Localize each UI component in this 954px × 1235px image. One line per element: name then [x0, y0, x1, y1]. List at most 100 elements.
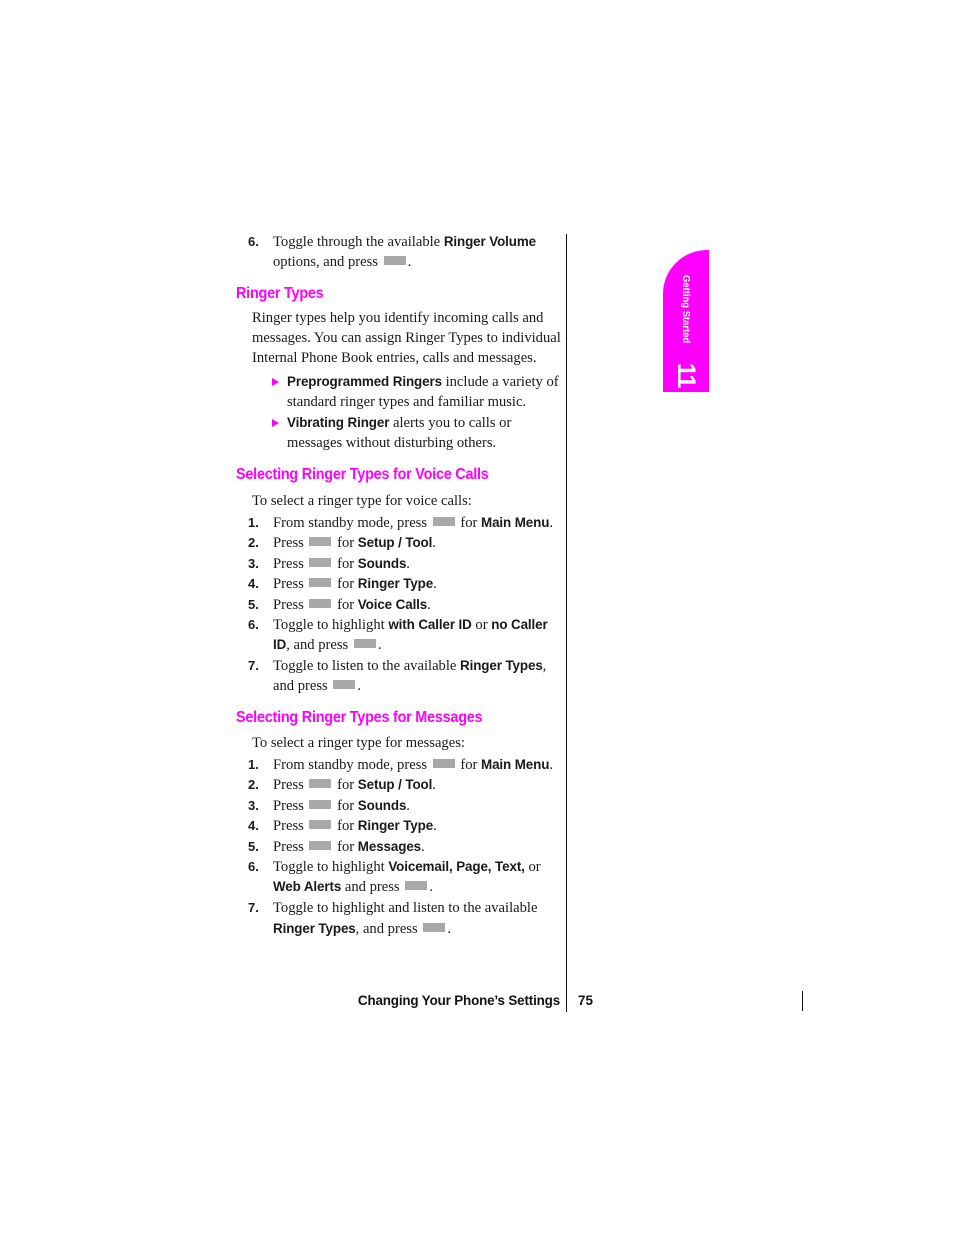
content-column: 6. Toggle through the available Ringer Vo… — [236, 232, 566, 940]
emphasis-ringer-types: Ringer Types — [460, 657, 543, 673]
column-divider-rule — [566, 234, 567, 1012]
step-text: Press — [273, 576, 308, 592]
voice-calls-step-list: 1. From standby mode, press for Main Menu… — [236, 513, 566, 696]
chapter-thumb-tab: Getting Started 11 — [663, 250, 709, 392]
step-item: 4. Press for Ringer Type. — [236, 574, 566, 594]
key-placeholder-icon — [405, 881, 428, 891]
key-placeholder-icon — [309, 840, 332, 850]
step-text-post: , and press — [286, 637, 352, 653]
menu-label: Voice Calls — [357, 596, 428, 612]
lead-messages: To select a ringer type for messages: — [252, 734, 465, 751]
step-text-mid: for — [333, 818, 358, 835]
key-placeholder-icon — [432, 516, 455, 526]
step-number: 5. — [248, 838, 259, 854]
step-number: 4. — [248, 576, 259, 591]
step-text: Press — [273, 818, 308, 835]
key-placeholder-icon — [309, 799, 332, 809]
footer-separator — [802, 991, 803, 1011]
manual-page: 6. Toggle through the available Ringer Vo… — [0, 0, 954, 1235]
step-text-mid: for — [333, 596, 358, 613]
heading-messages: Selecting Ringer Types for Messages — [236, 708, 483, 726]
step-text-post: , and press — [355, 920, 422, 937]
emphasis-ringer-types: Ringer Types — [273, 920, 356, 936]
step-text-mid: for — [333, 576, 358, 592]
messages-step-list: 1. From standby mode, press for Main Menu… — [236, 755, 566, 857]
menu-label: Main Menu — [481, 756, 550, 772]
option-voicemail-page-text: Voicemail, Page, Text, — [388, 859, 525, 875]
menu-label: Messages — [357, 838, 422, 854]
page-number: 75 — [578, 993, 593, 1008]
carryover-step-list: 6. Toggle through the available Ringer Vo… — [236, 232, 566, 272]
step-text: Press — [273, 797, 308, 814]
step-item: 6. Toggle to highlight with Caller ID or … — [236, 615, 566, 655]
step-number: 7. — [248, 900, 259, 916]
emphasis-ringer-volume: Ringer Volume — [443, 234, 537, 249]
step-text-mid: or — [471, 617, 492, 633]
triangle-bullet-icon — [272, 419, 279, 428]
step-text-post: . — [421, 838, 425, 855]
step-text-post: . — [427, 596, 431, 613]
step-number: 1. — [248, 514, 259, 530]
step-text-post: . — [406, 797, 410, 814]
step-text: Press — [273, 838, 308, 855]
step-text: Toggle to listen to the available — [273, 657, 461, 674]
step-text: Press — [273, 535, 308, 551]
step-item: 1. From standby mode, press for Main Menu… — [236, 755, 566, 775]
step-number: 2. — [248, 535, 259, 550]
key-placeholder-icon — [353, 639, 376, 648]
step-text-mid: for — [333, 797, 358, 814]
step-item: 3. Press for Sounds. — [236, 796, 566, 816]
menu-label: Main Menu — [481, 514, 550, 530]
bullet-term: Preprogrammed Ringers — [287, 373, 442, 389]
step-text-end: . — [377, 637, 382, 653]
step-item: 7. Toggle to highlight and listen to the … — [236, 898, 566, 939]
lead-voice-calls: To select a ringer type for voice calls: — [252, 492, 472, 509]
step-item: 4. Press for Ringer Type. — [236, 816, 566, 836]
step-text: From standby mode, press — [273, 514, 431, 531]
step-text: Toggle through the available — [273, 234, 444, 250]
step-text-post: . — [432, 535, 436, 551]
step-item: 3. Press for Sounds. — [236, 554, 566, 574]
footer-title: Changing Your Phone’s Settings — [357, 993, 560, 1008]
step-text: Toggle to highlight — [273, 859, 389, 876]
step-text-mid: for — [333, 777, 358, 794]
chapter-tab-number: 11 — [672, 362, 701, 388]
menu-label: Setup / Tool — [357, 535, 433, 550]
step-item: 2. Press for Setup / Tool. — [236, 775, 566, 795]
key-placeholder-icon — [423, 922, 446, 932]
paragraph-ringer-types: Ringer types help you identify incoming … — [252, 310, 561, 366]
key-placeholder-icon — [333, 679, 356, 689]
step-text-mid: for — [456, 756, 482, 773]
messages-step-list-tail: 6. Toggle to highlight Voicemail, Page, T… — [236, 857, 566, 939]
option-with-caller-id: with Caller ID — [388, 617, 472, 632]
chapter-thumb-tab-inner: Getting Started 11 — [663, 250, 709, 392]
chapter-tab-label: Getting Started — [680, 275, 692, 344]
step-text-mid: for — [333, 555, 358, 572]
option-web-alerts: Web Alerts — [273, 879, 342, 895]
menu-label: Ringer Type — [357, 576, 434, 591]
step-number: 2. — [248, 777, 259, 793]
step-item: 2. Press for Setup / Tool. — [236, 533, 566, 553]
step-item: 5. Press for Messages. — [236, 837, 566, 857]
step-text-end: . — [447, 920, 451, 937]
key-placeholder-icon — [309, 598, 332, 608]
step-text-post: . — [549, 514, 553, 531]
step-text-post: . — [433, 818, 437, 835]
menu-label: Sounds — [357, 797, 407, 813]
key-placeholder-icon — [309, 537, 332, 546]
triangle-bullet-icon — [272, 378, 279, 387]
list-item: Vibrating Ringer alerts you to calls or … — [236, 413, 566, 454]
list-item: Preprogrammed Ringers include a variety … — [236, 372, 566, 413]
step-text-post: . — [549, 756, 553, 773]
step-text-post: . — [406, 555, 410, 572]
step-number: 3. — [248, 797, 259, 813]
key-placeholder-icon — [309, 779, 332, 789]
heading-voice-calls: Selecting Ringer Types for Voice Calls — [236, 466, 489, 484]
key-placeholder-icon — [309, 578, 332, 587]
step-item: 5. Press for Voice Calls. — [236, 595, 566, 615]
step-text-mid: for — [333, 838, 358, 855]
step-number: 6. — [248, 234, 259, 249]
step-text: Toggle to highlight and listen to the av… — [273, 900, 538, 917]
heading-ringer-types: Ringer Types — [236, 285, 324, 302]
menu-label: Ringer Type — [357, 818, 434, 834]
